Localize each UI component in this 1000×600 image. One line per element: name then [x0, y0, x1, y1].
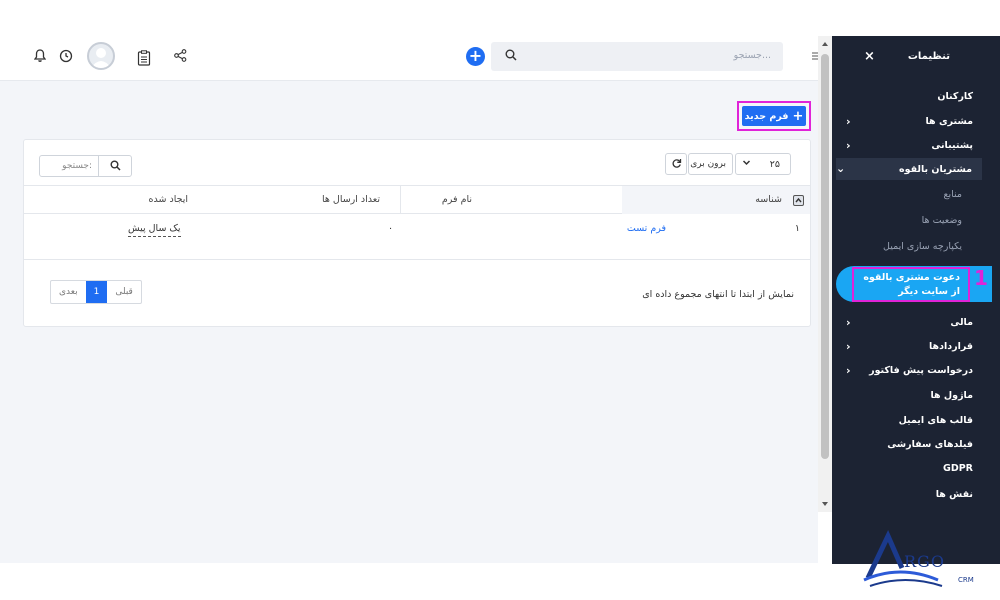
- sidebar-item-custom-fields[interactable]: فیلدهای سفارشی: [832, 432, 1000, 456]
- quick-add-button[interactable]: +: [466, 47, 485, 66]
- sidebar-item-roles[interactable]: نقش ها: [832, 482, 1000, 506]
- sidebar-subitem-email-integration[interactable]: یکپارچه سازی ایمیل: [832, 234, 1000, 258]
- sidebar-item-gdpr[interactable]: GDPR: [832, 456, 1000, 480]
- sidebar-header: تنظیمات ×: [832, 36, 1000, 76]
- export-button[interactable]: برون بری: [688, 153, 733, 175]
- sidebar-title: تنظیمات: [907, 50, 950, 62]
- share-icon[interactable]: [174, 49, 187, 65]
- column-divider: [400, 186, 401, 214]
- sidebar-item-email-templates[interactable]: قالب های ایمیل: [832, 408, 1000, 432]
- logo-text: RGO: [904, 552, 945, 571]
- search-input[interactable]: جستجو...: [491, 42, 783, 71]
- row-form-name-link[interactable]: فرم تست: [627, 223, 666, 234]
- close-icon[interactable]: ×: [864, 49, 875, 64]
- column-header-submissions[interactable]: تعداد ارسال ها: [24, 186, 400, 214]
- column-header-form-name[interactable]: نام فرم: [400, 186, 622, 214]
- chevron-left-icon: ‹: [846, 340, 851, 353]
- row-created: یک سال پیش: [128, 223, 181, 237]
- refresh-button[interactable]: [665, 153, 687, 175]
- new-form-button[interactable]: + فرم جدید: [742, 106, 806, 126]
- sidebar-subitem-web-to-lead[interactable]: دعوت مشتری بالقوه از سایت دیگر: [852, 267, 970, 302]
- logo-subtext: CRM: [958, 576, 974, 584]
- sidebar-item-modules[interactable]: ماژول ها: [832, 383, 1000, 407]
- page-size-select[interactable]: ۲۵: [735, 153, 791, 175]
- search-placeholder: جستجو...: [733, 50, 771, 61]
- row-id: ۱: [794, 223, 800, 234]
- column-header-id[interactable]: شناسه: [622, 186, 810, 214]
- clock-icon[interactable]: [59, 49, 73, 66]
- row-submissions: ۰: [388, 223, 394, 234]
- sidebar-item-estimate-request[interactable]: درخواست پیش فاکتور ‹: [832, 358, 1000, 382]
- refresh-icon: [671, 158, 682, 172]
- chevron-left-icon: ‹: [846, 139, 851, 152]
- scroll-thumb[interactable]: [821, 54, 829, 459]
- sidebar-item-support[interactable]: پشتیبانی ‹: [832, 133, 1000, 157]
- sidebar-subitem-sources[interactable]: منابع: [832, 182, 1000, 206]
- argo-crm-logo: RGO CRM: [860, 528, 990, 593]
- scroll-down-arrow[interactable]: [822, 502, 828, 506]
- page-1-button[interactable]: 1: [85, 281, 108, 303]
- sidebar-item-leads[interactable]: مشتریان بالقوه ⌄: [836, 158, 982, 180]
- sidebar-item-customers[interactable]: مشتری ها ‹: [832, 109, 1000, 133]
- table-row[interactable]: ۱ فرم تست ۰ یک سال پیش: [24, 214, 810, 260]
- clipboard-icon[interactable]: [137, 50, 151, 69]
- chevron-left-icon: ‹: [846, 316, 851, 329]
- pagination: بعدی 1 قبلی: [50, 280, 142, 304]
- table-search-button[interactable]: [98, 155, 132, 177]
- scrollbar[interactable]: [818, 36, 832, 512]
- table-info: نمایش از ابتدا تا انتهای مجموع داده ای: [642, 289, 794, 300]
- sidebar-item-staff[interactable]: کارکنان: [832, 84, 1000, 108]
- column-header-created[interactable]: ایجاد شده: [128, 186, 188, 214]
- scroll-up-arrow[interactable]: [822, 42, 828, 46]
- chevron-down-icon: [742, 158, 751, 170]
- sidebar-item-finance[interactable]: مالی ‹: [832, 310, 1000, 334]
- chevron-left-icon: ‹: [846, 364, 851, 377]
- chevron-down-icon: ⌄: [836, 162, 846, 175]
- avatar[interactable]: [87, 42, 115, 70]
- search-icon: [505, 49, 517, 64]
- sidebar-subitem-statuses[interactable]: وضعیت ها: [832, 208, 1000, 232]
- callout-number: 1: [974, 266, 988, 290]
- sort-icon: [793, 195, 804, 206]
- search-icon: [110, 160, 121, 174]
- settings-sidebar: تنظیمات × کارکنان مشتری ها ‹ پشتیبانی ‹ …: [832, 36, 1000, 564]
- table-header: شناسه نام فرم تعداد ارسال ها ایجاد شده: [24, 185, 810, 214]
- prev-page-button[interactable]: قبلی: [107, 281, 141, 303]
- forms-table-card: ۲۵ برون بری جستجو: شناسه نام فرم تعداد ا…: [23, 139, 811, 327]
- sidebar-item-contracts[interactable]: قراردادها ‹: [832, 334, 1000, 358]
- bell-icon[interactable]: [33, 49, 47, 66]
- next-page-button[interactable]: بعدی: [51, 281, 86, 303]
- new-form-highlight: + فرم جدید: [737, 101, 811, 131]
- plus-icon: +: [792, 108, 804, 124]
- chevron-left-icon: ‹: [846, 115, 851, 128]
- table-search-input[interactable]: جستجو:: [39, 155, 99, 177]
